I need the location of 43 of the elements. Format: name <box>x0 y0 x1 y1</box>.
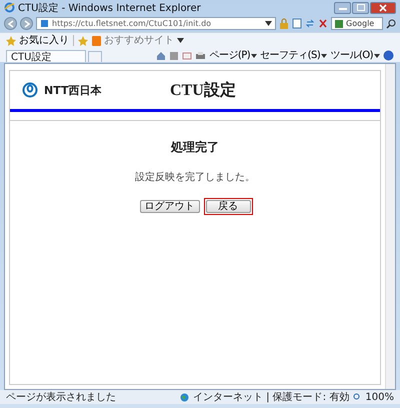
browser-icon <box>4 2 15 13</box>
dropdown-arrow-icon <box>251 54 258 58</box>
command-menu[interactable]: ページ(P) <box>209 50 258 62</box>
star-icon <box>6 36 16 46</box>
close-icon <box>379 4 387 12</box>
security-zone: インターネット | 保護モード: 有効 <box>193 390 350 404</box>
search-field[interactable]: Google <box>331 17 383 30</box>
lock-icon[interactable] <box>279 18 289 29</box>
stop-icon[interactable] <box>318 18 328 29</box>
close-button[interactable] <box>370 2 396 14</box>
globe-icon <box>180 392 189 402</box>
home-icon[interactable] <box>156 50 166 60</box>
page-title: CTU設定 <box>170 80 236 100</box>
address-field[interactable]: https://ctu.fletsnet.com/CtuC101/init.do <box>36 17 276 30</box>
brand-name: NTT西日本 <box>44 82 102 98</box>
heading: 処理完了 <box>171 139 219 156</box>
search-icon[interactable] <box>386 18 396 28</box>
suggested-sites-button[interactable]: おすすめサイト <box>92 34 184 46</box>
add-favorite-icon[interactable] <box>78 36 88 46</box>
refresh-icon[interactable] <box>305 18 315 29</box>
dropdown-arrow-icon[interactable] <box>265 21 272 26</box>
maximize-icon <box>356 4 364 11</box>
status-text: ページが表示されました <box>6 390 117 404</box>
logo-icon <box>22 82 38 98</box>
browser-tab[interactable]: CTU設定 <box>6 50 86 62</box>
command-menu[interactable]: ツール(O) <box>330 50 380 62</box>
printer-icon[interactable] <box>195 50 206 60</box>
forward-button[interactable] <box>20 17 33 30</box>
dropdown-arrow-icon <box>177 38 184 43</box>
scrollbar[interactable] <box>385 64 395 389</box>
favorites-button[interactable]: お気に入り <box>6 34 69 46</box>
dropdown-arrow-icon <box>374 54 380 58</box>
page-button[interactable]: ログアウト <box>140 200 200 213</box>
back-button[interactable] <box>4 17 17 30</box>
command-menu[interactable]: セーフティ(S) <box>260 50 328 62</box>
message-text: 設定反映を完了しました。 <box>135 170 255 184</box>
zoom-level[interactable]: 100% <box>365 392 394 402</box>
window-title: CTU設定 - Windows Internet Explorer <box>18 2 201 14</box>
maximize-button[interactable] <box>352 2 369 14</box>
minimize-button[interactable] <box>334 2 351 14</box>
page-button[interactable]: 戻る <box>206 200 250 213</box>
dropdown-arrow-icon <box>321 54 328 58</box>
minimize-icon <box>338 6 346 10</box>
